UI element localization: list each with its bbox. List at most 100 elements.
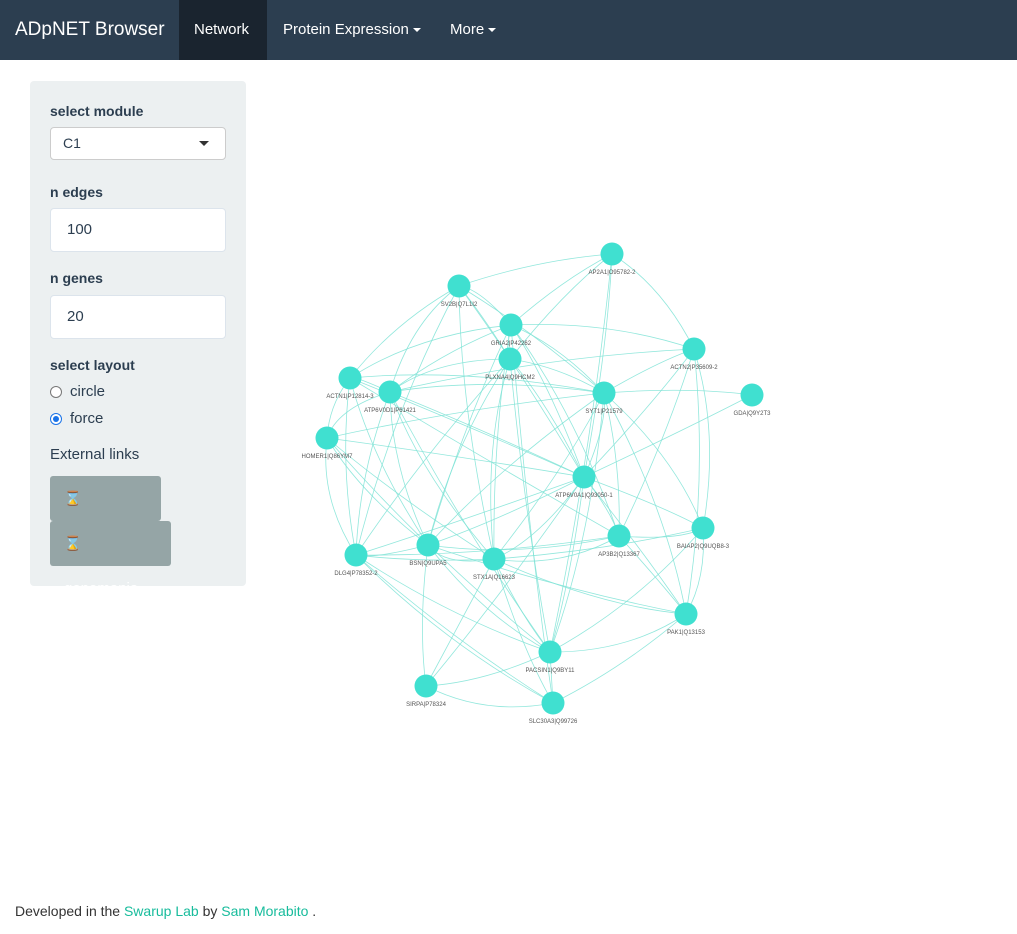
network-node-circle[interactable] — [740, 383, 764, 407]
network-node-circle[interactable] — [674, 602, 698, 626]
network-node[interactable]: BSN|Q9UPA5 — [409, 533, 447, 568]
chevron-down-icon — [199, 141, 209, 146]
network-node-circle[interactable] — [416, 533, 440, 557]
network-node-label: SYT1|P21579 — [585, 409, 623, 415]
network-node-circle[interactable] — [592, 381, 616, 405]
sidebar-panel: select module C1 n edges 100 n genes 20 … — [30, 81, 246, 597]
network-node[interactable]: SIRPA|P78324 — [406, 674, 447, 709]
network-edge — [355, 554, 551, 653]
network-node-label: DLG4|P78352-2 — [334, 571, 378, 577]
network-edge — [583, 476, 704, 529]
network-node-label: ATP6V0D1|P61421 — [364, 408, 416, 414]
network-node[interactable]: ATP6V0A1|Q93050-1 — [555, 465, 613, 500]
network-node-circle[interactable] — [414, 674, 438, 698]
network-node-circle[interactable] — [315, 426, 339, 450]
network-edge — [603, 389, 753, 396]
nav-network-label: Network — [194, 21, 250, 38]
network-edge — [510, 253, 613, 326]
network-node[interactable]: ACTN2|P35609-2 — [670, 337, 718, 372]
network-node-label: SIRPA|P78324 — [406, 702, 446, 708]
network-edge — [618, 527, 704, 538]
network-node[interactable]: SV2B|Q7L1I2 — [441, 274, 478, 309]
genemania-button[interactable]: ⌛ genemania — [50, 521, 171, 597]
network-node-label: PACSIN1|Q9BY11 — [525, 668, 575, 674]
network-node-label: GRIA2|P42262 — [491, 341, 532, 347]
nav-protein-expression-label: Protein Expression — [283, 21, 409, 38]
network-node-circle[interactable] — [607, 524, 631, 548]
network-edge — [583, 392, 605, 478]
network-edge — [611, 253, 695, 350]
network-edge — [389, 391, 429, 546]
network-node[interactable]: DLG4|P78352-2 — [334, 543, 378, 578]
network-node-label: BSN|Q9UPA5 — [409, 561, 447, 567]
network-node-circle[interactable] — [600, 242, 624, 266]
network-node-circle[interactable] — [447, 274, 471, 298]
genecard-button[interactable]: ⌛genecard — [50, 476, 161, 552]
network-node-circle[interactable] — [691, 516, 715, 540]
radio-force[interactable] — [50, 413, 62, 425]
author-link[interactable]: Sam Morabito — [221, 903, 308, 919]
network-node[interactable]: ACTN1|P12814-3 — [326, 366, 374, 401]
network-edge — [355, 554, 554, 704]
radio-circle[interactable] — [50, 386, 62, 398]
network-node-circle[interactable] — [338, 366, 362, 390]
radio-circle-label: circle — [70, 383, 106, 400]
genemania-button-label: genemania — [64, 580, 139, 597]
network-node-circle[interactable] — [538, 640, 562, 664]
network-edge — [583, 253, 613, 478]
network-edge — [685, 348, 700, 615]
nav-protein-expression[interactable]: Protein Expression — [268, 0, 436, 60]
edges-input[interactable]: 100 — [50, 208, 226, 252]
network-node-circle[interactable] — [541, 691, 565, 715]
network-edge — [355, 554, 554, 704]
network-node-label: STX1A|Q16623 — [473, 575, 516, 581]
network-edge — [355, 285, 460, 556]
network-edge — [427, 476, 585, 546]
network-node[interactable]: PAK1|Q13153 — [667, 602, 706, 637]
network-edge — [389, 384, 605, 394]
network-graph[interactable]: AP2A1|O95782-2 SV2B|Q7L1I2 GRIA2|P42262 PLX… — [290, 230, 790, 740]
nav-network[interactable]: Network — [179, 0, 267, 60]
swarup-lab-link[interactable]: Swarup Lab — [124, 903, 199, 919]
module-label: select module — [50, 103, 144, 119]
footer: Developed in the Swarup Lab by Sam Morab… — [15, 903, 316, 919]
network-node-label: SV2B|Q7L1I2 — [441, 302, 478, 308]
network-node-label: SLC30A3|Q99726 — [529, 719, 578, 725]
network-node[interactable]: BAIAP2|Q9UQB8-3 — [677, 516, 730, 551]
network-node-label: ACTN1|P12814-3 — [326, 394, 374, 400]
nav-more[interactable]: More — [435, 0, 511, 60]
module-select[interactable]: C1 — [50, 127, 226, 160]
network-node[interactable]: GDA|Q9Y2T3 — [734, 383, 772, 418]
chevron-down-icon — [488, 28, 497, 33]
brand-title[interactable]: ADpNET Browser — [15, 0, 165, 60]
footer-prefix: Developed in the — [15, 903, 124, 919]
network-node-circle[interactable] — [344, 543, 368, 567]
network-node-circle[interactable] — [378, 380, 402, 404]
network-node-label: BAIAP2|Q9UQB8-3 — [677, 544, 730, 550]
network-node-circle[interactable] — [498, 347, 522, 371]
network-edge — [349, 324, 512, 379]
layout-label: select layout — [50, 357, 135, 373]
network-edge — [326, 437, 585, 478]
network-node[interactable]: STX1A|Q16623 — [473, 547, 516, 582]
network-edge — [685, 527, 704, 615]
network-edge — [583, 394, 753, 478]
network-node-label: GDA|Q9Y2T3 — [734, 411, 772, 417]
network-node-circle[interactable] — [572, 465, 596, 489]
network-node-circle[interactable] — [682, 337, 706, 361]
network-node[interactable]: SYT1|P21579 — [585, 381, 623, 416]
network-node-circle[interactable] — [482, 547, 506, 571]
network-edge — [493, 558, 687, 615]
network-node-label: PAK1|Q13153 — [667, 630, 705, 636]
external-links-label: External links — [50, 446, 140, 463]
network-node[interactable]: SLC30A3|Q99726 — [529, 691, 578, 726]
dna-icon: ⌛ — [64, 490, 82, 506]
genes-input[interactable]: 20 — [50, 295, 226, 339]
network-node[interactable]: AP2A1|O95782-2 — [589, 242, 637, 277]
genes-label: n genes — [50, 270, 103, 286]
nav-more-label: More — [450, 21, 485, 38]
dna-icon: ⌛ — [64, 535, 82, 551]
network-node-circle[interactable] — [499, 313, 523, 337]
module-select-value: C1 — [63, 135, 81, 151]
network-node-label: ACTN2|P35609-2 — [670, 365, 718, 371]
